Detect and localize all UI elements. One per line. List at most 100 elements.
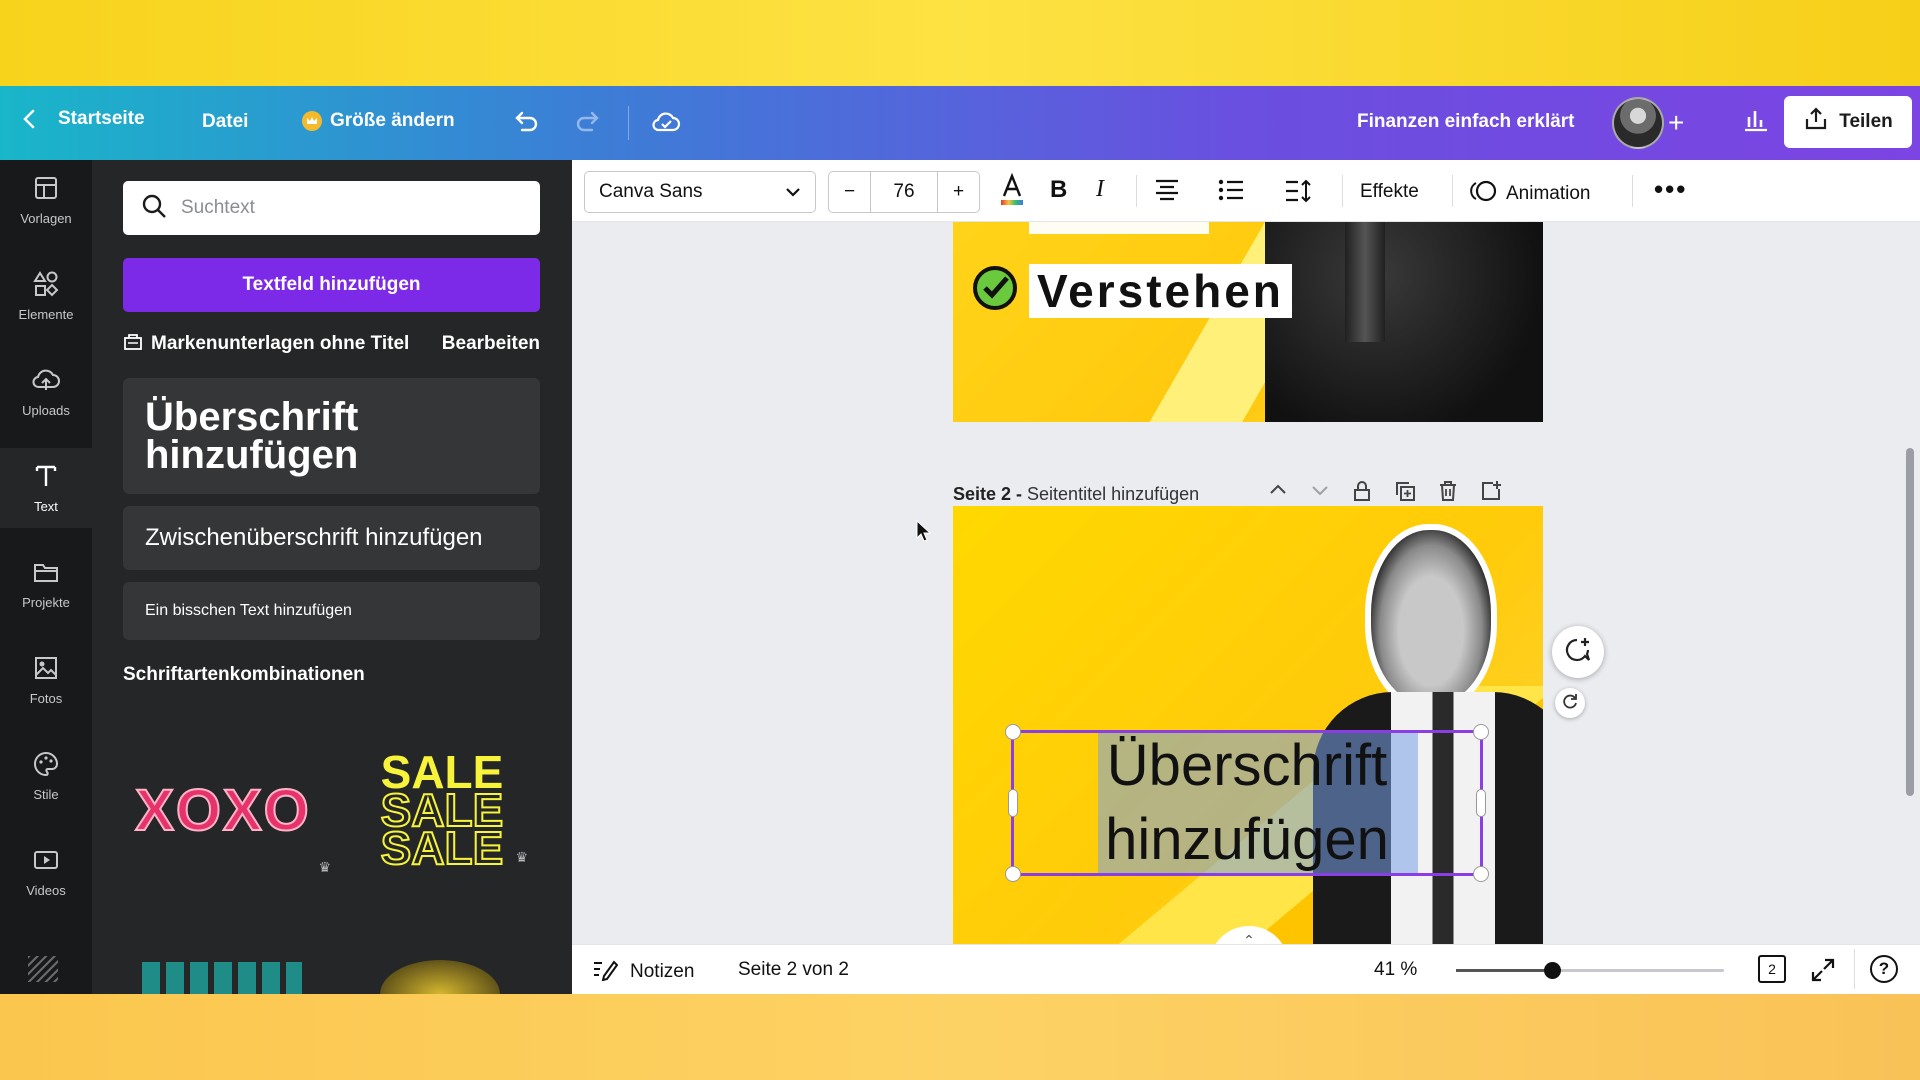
decrease-size-button[interactable]: − (829, 172, 871, 212)
resize-handle[interactable] (1473, 866, 1489, 882)
rail-label: Text (34, 499, 58, 514)
rail-item-elements[interactable]: Elemente (0, 256, 92, 336)
notes-label: Notizen (630, 961, 695, 982)
rail-item-styles[interactable]: Stile (0, 736, 92, 816)
text-color-button[interactable] (998, 172, 1026, 214)
body-sample: Ein bisschen Text hinzufügen (145, 602, 352, 619)
more-options-button[interactable]: ••• (1654, 174, 1687, 205)
undo-button[interactable] (512, 108, 540, 142)
add-page-icon[interactable] (1480, 480, 1502, 507)
font-family-select[interactable]: Canva Sans (584, 171, 816, 213)
page-grid-button[interactable]: 2 (1758, 955, 1786, 983)
file-menu-button[interactable]: Datei (202, 111, 248, 133)
verstehen-text[interactable]: Verstehen (1037, 264, 1284, 318)
chevron-up-icon: ⌃ (1243, 932, 1255, 944)
palette-icon (32, 750, 60, 781)
search-input[interactable] (181, 197, 511, 219)
brand-kit-row: Markenunterlagen ohne Titel Bearbeiten (123, 328, 540, 360)
video-icon (32, 846, 60, 877)
verstehen-label-box: Verstehen (1029, 264, 1292, 318)
font-combo-sale[interactable]: SALE SALE SALE ♛ (342, 720, 542, 900)
cloud-upload-icon (31, 366, 61, 397)
duplicate-icon[interactable] (1394, 480, 1416, 507)
heading-sample: Überschrift hinzufügen (145, 395, 359, 477)
bullet-list-icon (1218, 178, 1244, 208)
spacing-button[interactable] (1284, 178, 1312, 210)
font-combo-shine-partial[interactable] (380, 960, 500, 994)
plus-icon: + (1668, 107, 1685, 138)
insights-button[interactable] (1730, 106, 1782, 140)
side-handle[interactable] (1476, 789, 1486, 817)
rail-item-videos[interactable]: Videos (0, 832, 92, 912)
rail-item-uploads[interactable]: Uploads (0, 352, 92, 432)
side-handle[interactable] (1008, 789, 1018, 817)
vertical-scrollbar[interactable] (1906, 448, 1914, 796)
font-size-value[interactable]: 76 (871, 172, 937, 212)
video-frame-top (0, 0, 1920, 86)
resize-handle[interactable] (1005, 724, 1021, 740)
page-1[interactable]: Verstehen (953, 222, 1543, 422)
selected-textbox[interactable]: Überschrift hinzufügen (1005, 724, 1489, 882)
font-combo-xoxo[interactable]: XOXO ♛ (123, 720, 331, 900)
help-button[interactable]: ? (1870, 955, 1898, 983)
page-indicator[interactable]: Seite 2 von 2 (738, 959, 849, 981)
toolbar-divider (1136, 175, 1137, 207)
folder-icon (32, 558, 60, 589)
cloud-saved-button[interactable] (650, 108, 682, 142)
notes-button[interactable]: Notizen (592, 957, 694, 987)
lock-icon[interactable] (1352, 480, 1372, 507)
rail-item-photos[interactable]: Fotos (0, 640, 92, 720)
italic-button[interactable]: I (1096, 176, 1104, 203)
resize-handle[interactable] (1005, 866, 1021, 882)
side-rail: Vorlagen Elemente Uploads Text Projekte … (0, 160, 92, 994)
subheading-sample: Zwischenüberschrift hinzufügen (145, 524, 483, 551)
rail-item-templates[interactable]: Vorlagen (0, 160, 92, 240)
add-body-text-tile[interactable]: Ein bisschen Text hinzufügen (123, 582, 540, 640)
list-button[interactable] (1218, 178, 1244, 208)
align-center-button[interactable] (1154, 178, 1180, 208)
effects-button[interactable]: Effekte (1360, 181, 1419, 203)
rotate-handle[interactable] (1555, 688, 1585, 718)
avatar[interactable] (1612, 97, 1664, 149)
resize-button[interactable]: Größe ändern (302, 110, 455, 132)
increase-size-button[interactable]: + (937, 172, 979, 212)
share-button[interactable]: Teilen (1784, 96, 1912, 148)
add-subheading-tile[interactable]: Zwischenüberschrift hinzufügen (123, 506, 540, 570)
page-2[interactable]: Überschrift hinzufügen ⌃ (953, 506, 1543, 944)
zoom-slider-thumb[interactable] (1544, 962, 1561, 979)
bold-button[interactable]: B (1050, 176, 1067, 204)
selected-text[interactable]: Überschrift hinzufügen (1014, 733, 1480, 873)
zoom-slider-track[interactable] (1456, 962, 1724, 979)
font-size-stepper[interactable]: − 76 + (828, 171, 980, 213)
page-title-placeholder: Seitentitel hinzufügen (1027, 484, 1200, 504)
rail-item-text[interactable]: Text (0, 448, 92, 528)
line-spacing-icon (1284, 178, 1312, 210)
redo-button[interactable] (574, 108, 602, 142)
add-comment-button[interactable] (1552, 626, 1604, 678)
page-count: 2 (1768, 961, 1776, 977)
fullscreen-button[interactable] (1810, 957, 1836, 989)
rail-item-projects[interactable]: Projekte (0, 544, 92, 624)
combo-sale-text: SALE (380, 822, 505, 874)
add-heading-tile[interactable]: Überschrift hinzufügen (123, 378, 540, 494)
search-box[interactable] (123, 181, 540, 235)
help-icon: ? (1878, 959, 1890, 978)
font-combo-partial[interactable] (142, 962, 302, 994)
zoom-level[interactable]: 41 % (1374, 959, 1417, 981)
chevron-up-icon[interactable] (1268, 480, 1288, 507)
image-icon (32, 654, 60, 685)
add-textbox-button[interactable]: Textfeld hinzufügen (123, 258, 540, 312)
video-frame-bottom (0, 994, 1920, 1080)
brand-edit-link[interactable]: Bearbeiten (442, 333, 540, 355)
add-collaborator-button[interactable]: + (1668, 107, 1684, 139)
animation-button[interactable]: Animation (1470, 177, 1591, 211)
chevron-down-icon[interactable] (1310, 480, 1330, 507)
back-home-button[interactable]: Startseite (22, 108, 145, 130)
page-2-label[interactable]: Seite 2 - Seitentitel hinzufügen (953, 484, 1199, 505)
resize-handle[interactable] (1473, 724, 1489, 740)
trash-icon[interactable] (1438, 480, 1458, 507)
more-apps-icon[interactable] (28, 956, 58, 982)
combo-xoxo-text: XOXO (134, 777, 311, 844)
project-title[interactable]: Finanzen einfach erklärt (1357, 111, 1575, 133)
more-horizontal-icon: ••• (1654, 174, 1688, 204)
